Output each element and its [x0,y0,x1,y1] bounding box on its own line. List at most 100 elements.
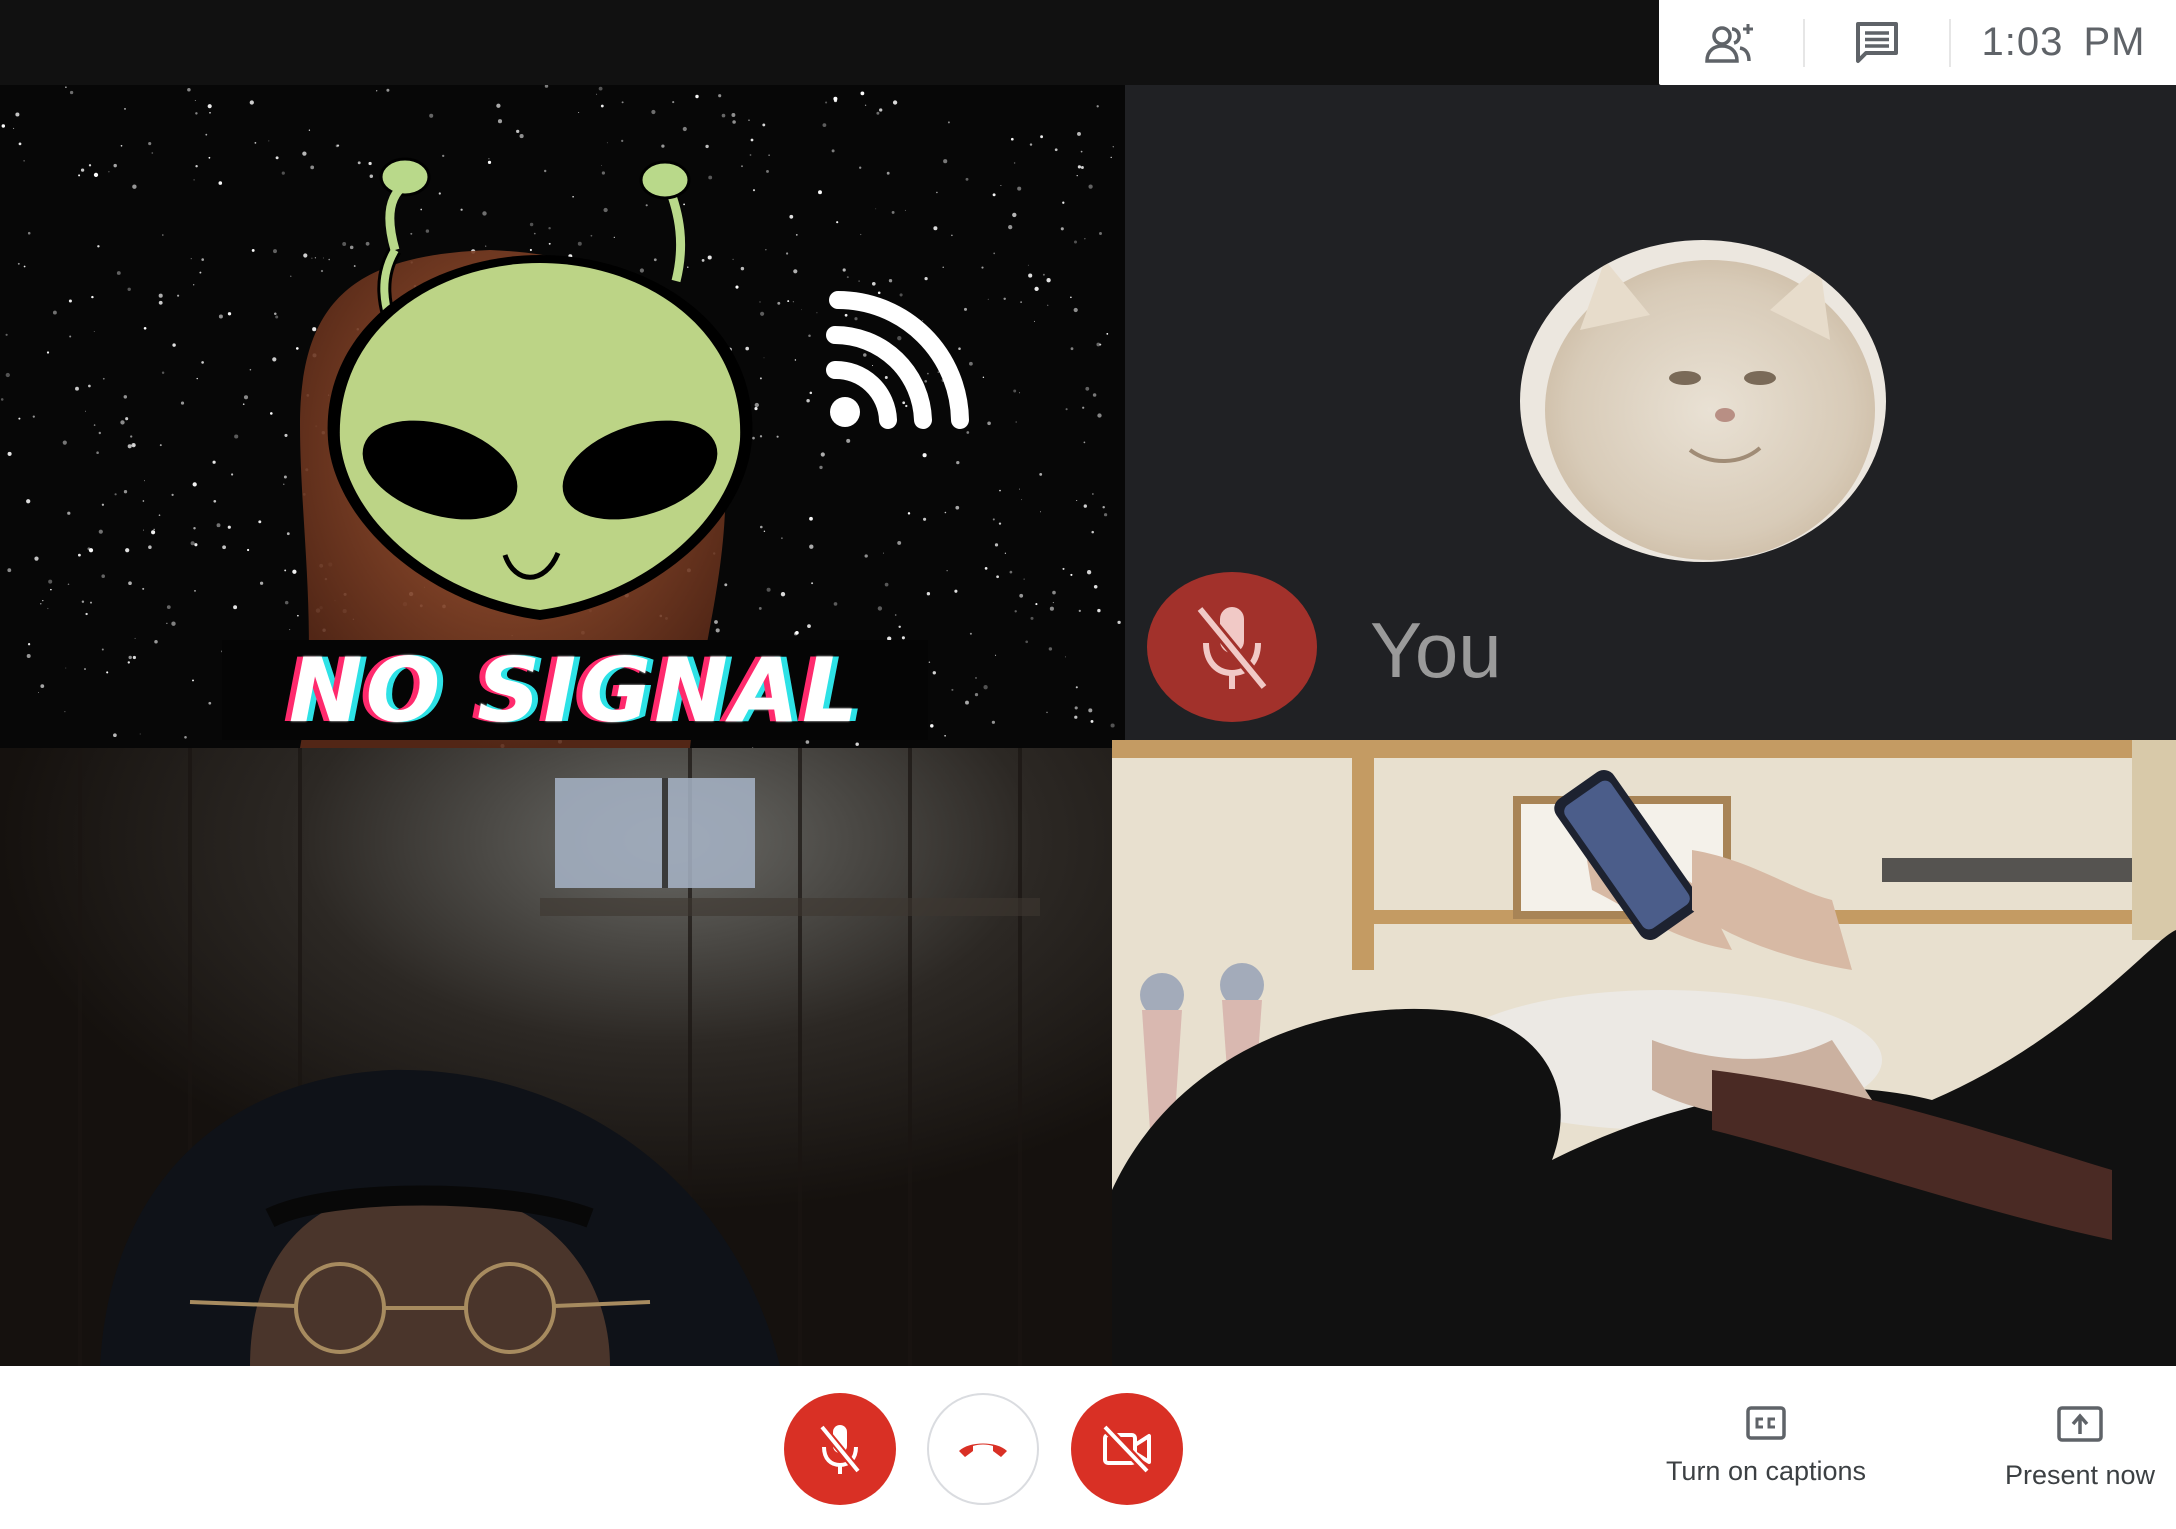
star-dot [987,298,989,300]
star-dot [302,151,307,156]
toggle-microphone-button[interactable] [784,1393,896,1505]
star-dot [1012,212,1017,218]
star-dot [964,307,967,311]
star-dot [386,88,390,92]
toggle-camera-button[interactable] [1071,1393,1183,1505]
star-dot [992,193,996,197]
star-dot [328,258,330,261]
star-dot [216,523,221,528]
star-dot [1046,711,1048,714]
star-dot [858,280,860,282]
star-dot [88,548,94,553]
star-dot [1020,301,1022,303]
star-dot [123,395,128,399]
star-dot [993,252,996,255]
self-muted-badge [1147,572,1317,722]
star-dot [758,606,762,610]
add-people-button[interactable] [1659,0,1803,85]
star-dot [98,431,101,435]
star-dot [1070,573,1073,576]
present-screen-icon [2057,1406,2103,1442]
star-dot [50,588,52,591]
star-dot [872,365,874,366]
star-dot [533,232,536,235]
star-dot [249,368,252,371]
star-dot [233,605,238,610]
star-dot [1033,320,1035,322]
star-dot [1013,389,1017,393]
star-dot [1003,297,1006,301]
chat-button[interactable] [1805,0,1949,85]
cc-icon [1746,1406,1786,1440]
star-dot [907,512,911,515]
star-dot [752,436,755,440]
participant-tile-self[interactable]: You [1125,85,2176,740]
star-dot [1078,609,1081,613]
star-dot [794,359,797,361]
leave-call-button[interactable] [927,1393,1039,1505]
star-dot [1025,640,1029,644]
star-dot [243,395,249,400]
star-dot [1028,273,1033,278]
star-dot [26,654,31,658]
turn-on-captions-button[interactable]: Turn on captions [1655,1406,1877,1487]
star-dot [1070,347,1074,351]
star-dot [766,587,771,592]
self-avatar [1520,240,1886,562]
star-dot [1035,603,1038,606]
star-dot [1065,408,1068,411]
star-dot [777,301,781,305]
star-dot [27,231,31,235]
star-dot [209,111,211,114]
participant-tile-bed[interactable] [1112,740,2176,1366]
star-dot [795,630,799,635]
star-dot [272,357,277,362]
star-dot [128,581,132,586]
star-dot [931,720,933,722]
star-dot [936,191,938,194]
star-dot [442,154,445,158]
star-dot [199,271,202,274]
star-dot [695,94,699,99]
star-dot [425,229,430,233]
star-dot [740,266,745,271]
cat-avatar-image [1520,240,1886,562]
star-dot [218,314,223,319]
star-dot [969,361,973,366]
star-dot [519,134,524,139]
star-dot [125,417,129,421]
star-dot [1077,131,1081,136]
star-dot [195,112,198,115]
star-dot [682,126,687,132]
star-dot [127,661,130,664]
star-dot [123,490,128,494]
star-dot [23,265,26,268]
star-dot [274,312,277,315]
participant-tile-room[interactable] [0,748,1112,1366]
star-dot [284,433,288,437]
participant-tile-alien[interactable]: NO SIGNAL [0,85,1125,748]
star-dot [1103,513,1108,517]
star-dot [875,208,877,210]
star-dot [192,482,197,487]
star-dot [1054,148,1058,152]
star-dot [1080,150,1083,153]
star-dot [254,141,257,144]
star-dot [283,475,287,479]
star-dot [249,100,254,105]
star-dot [898,625,901,629]
star-dot [172,343,176,347]
star-dot [171,493,174,497]
star-dot [954,589,958,593]
star-dot [1060,227,1064,231]
star-dot [955,505,960,510]
present-now-button[interactable]: Present now [1990,1406,2170,1491]
star-dot [142,500,145,502]
star-dot [201,361,204,364]
star-dot [365,241,370,246]
star-dot [922,320,924,322]
mic-off-icon [818,1424,862,1474]
star-dot [116,271,121,275]
star-dot [1085,386,1090,391]
star-dot [683,203,685,206]
